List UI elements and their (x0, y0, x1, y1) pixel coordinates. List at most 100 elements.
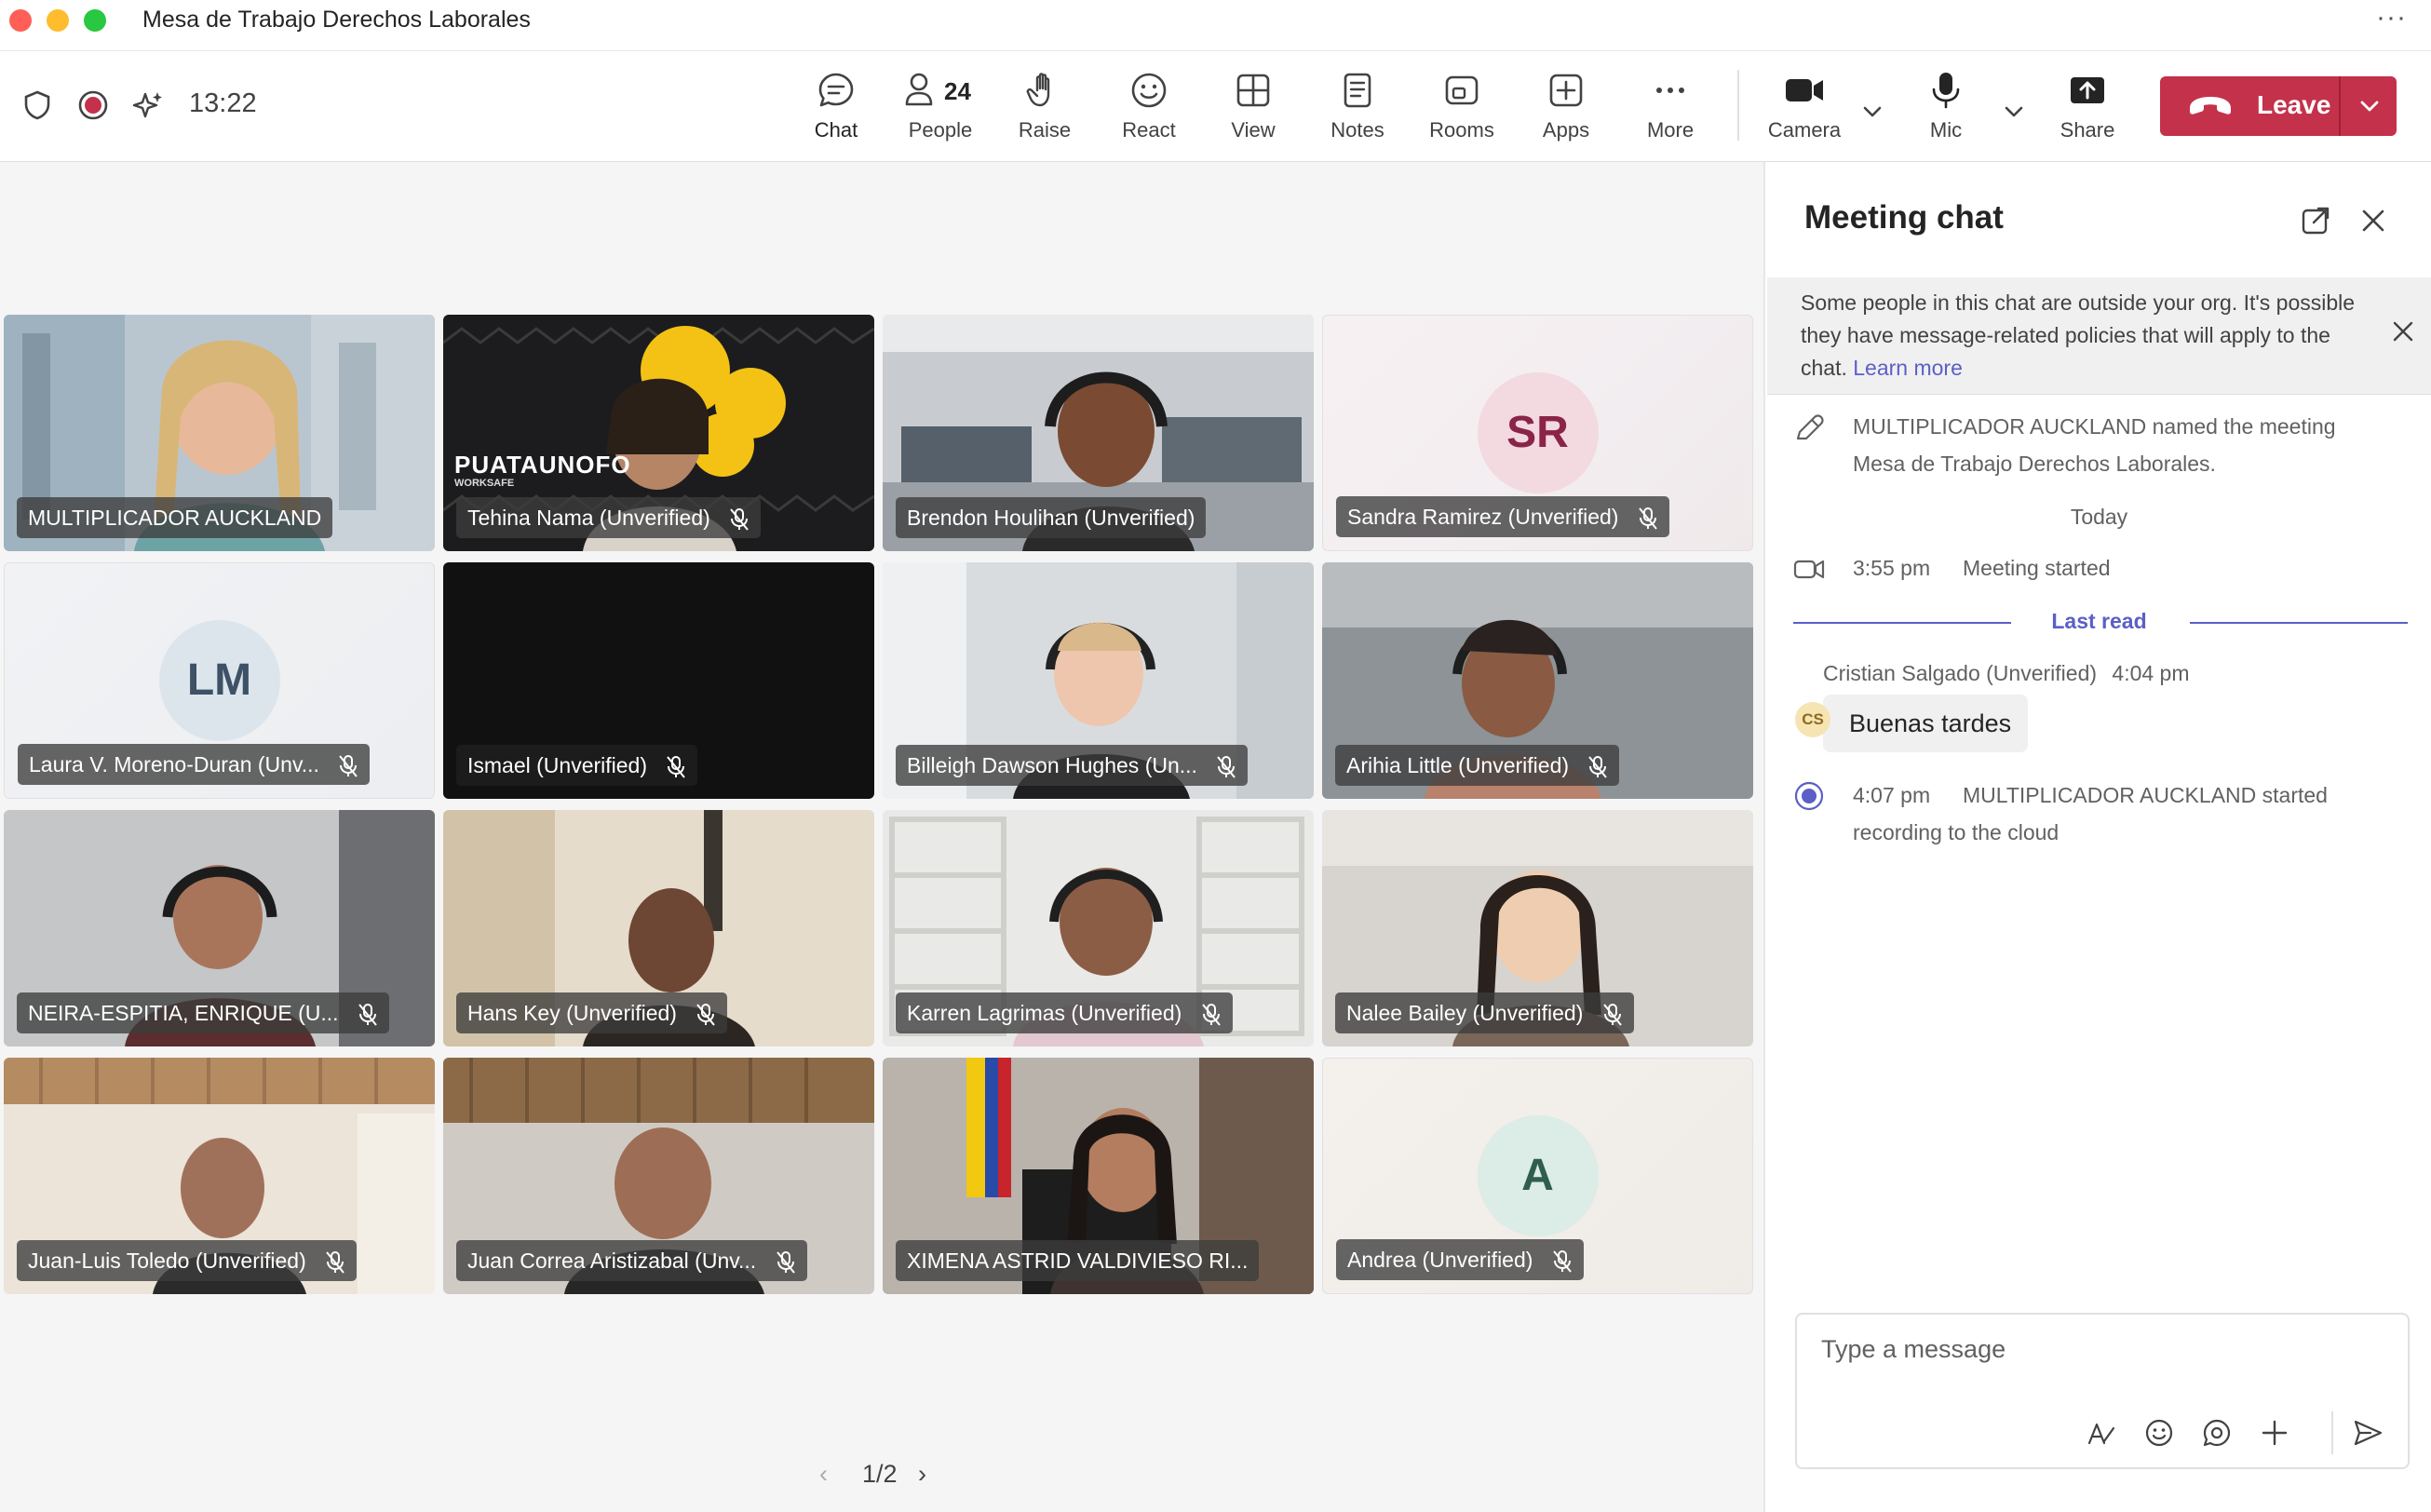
more-horizontal-icon[interactable]: ··· (2376, 2, 2407, 34)
close-icon[interactable] (2357, 205, 2389, 236)
shield-icon[interactable] (20, 88, 54, 122)
people-button[interactable]: People (894, 70, 987, 154)
minimize-window-button[interactable] (47, 9, 69, 32)
date-separator: Today (2070, 505, 2128, 529)
mic-button[interactable]: Mic (1899, 70, 1992, 154)
loop-component-icon[interactable] (2201, 1417, 2233, 1449)
share-button[interactable]: Share (2041, 70, 2134, 154)
recording-icon[interactable] (76, 88, 110, 122)
pencil-icon (1796, 414, 1824, 440)
video-camera-icon (1793, 560, 1825, 579)
leave-options-chevron-down-icon[interactable] (2356, 92, 2384, 120)
participant-tile[interactable]: Juan Correa Aristizabal (Unv... (443, 1058, 874, 1294)
view-button[interactable]: View (1207, 70, 1300, 154)
title-bar: Mesa de Trabajo Derechos Laborales ··· (0, 0, 2431, 51)
zoom-window-button[interactable] (84, 9, 106, 32)
leave-button[interactable]: Leave (2160, 76, 2397, 136)
participant-tile[interactable]: Juan-Luis Toledo (Unverified) (4, 1058, 435, 1294)
toolbar-divider (1737, 70, 1739, 141)
participant-name-chip: NEIRA-ESPITIA, ENRIQUE (U... (17, 992, 389, 1033)
avatar[interactable]: CS (1795, 702, 1830, 737)
mic-off-icon (1639, 506, 1657, 530)
meeting-started-time: 3:55 pm (1853, 556, 1931, 580)
camera-options-chevron-down-icon[interactable] (1858, 98, 1886, 126)
participant-tile[interactable]: NEIRA-ESPITIA, ENRIQUE (U... (4, 810, 435, 1046)
recording-event-line2: recording to the cloud (1853, 820, 2060, 844)
rooms-button[interactable]: Rooms (1415, 70, 1508, 154)
participant-name-chip: Tehina Nama (Unverified) (456, 497, 762, 538)
participant-name-chip: MULTIPLICADOR AUCKLAND (17, 497, 333, 538)
participant-tile[interactable]: Karren Lagrimas (Unverified) (883, 810, 1314, 1046)
learn-more-link[interactable]: Learn more (1853, 356, 1963, 380)
mic-off-icon (667, 755, 686, 778)
view-label: View (1231, 118, 1276, 142)
share-screen-icon (2071, 77, 2104, 103)
add-attachment-plus-icon[interactable] (2259, 1417, 2290, 1449)
chat-message-bubble[interactable]: Buenas tardes (1823, 695, 2029, 752)
raise-hand-icon (1026, 73, 1050, 107)
send-icon[interactable] (2352, 1417, 2384, 1449)
react-button[interactable]: React (1102, 70, 1195, 154)
chat-icon (818, 73, 854, 107)
last-read-marker: Last read (2051, 609, 2147, 633)
pop-out-icon[interactable] (2300, 205, 2331, 236)
leave-label: Leave (2257, 90, 2331, 119)
recording-time: 4:07 pm (1853, 783, 1931, 807)
raise-hand-button[interactable]: Raise (998, 70, 1091, 154)
format-text-icon[interactable] (2086, 1417, 2117, 1449)
participant-tile[interactable]: Billeigh Dawson Hughes (Un... (883, 562, 1314, 799)
message-input[interactable] (1819, 1330, 2382, 1369)
camera-button[interactable]: Camera (1758, 70, 1851, 154)
sparkle-icon[interactable] (132, 88, 166, 122)
participant-tile[interactable]: Brendon Houlihan (Unverified) (883, 315, 1314, 551)
mic-options-chevron-down-icon[interactable] (2000, 98, 2028, 126)
participant-tile[interactable]: PUATAUNOFO WORKSAFE Tehina Nama (Unverif… (443, 315, 874, 551)
participant-name: XIMENA ASTRID VALDIVIESO RI... (907, 1249, 1249, 1273)
apps-button[interactable]: Apps (1519, 70, 1613, 154)
share-label: Share (2060, 118, 2115, 142)
mic-off-icon (776, 1250, 795, 1274)
message-text: Buenas tardes (1849, 709, 2012, 737)
participant-name: Juan Correa Aristizabal (Unv... (467, 1249, 757, 1273)
participant-name: Juan-Luis Toledo (Unverified) (28, 1249, 306, 1273)
apps-label: Apps (1542, 118, 1590, 142)
participant-name-chip: XIMENA ASTRID VALDIVIESO RI... (896, 1240, 1260, 1281)
participant-name: Andrea (Unverified) (1347, 1248, 1533, 1272)
mic-off-icon (1201, 1003, 1221, 1026)
chat-button[interactable]: Chat (790, 70, 883, 154)
participant-tile[interactable]: Hans Key (Unverified) (443, 810, 874, 1046)
meeting-timer: 13:22 (189, 88, 257, 118)
renamed-event-line2: Mesa de Trabajo Derechos Laborales. (1853, 452, 2216, 476)
more-button[interactable]: More (1624, 70, 1717, 154)
mic-off-icon (326, 1250, 344, 1274)
react-label: React (1122, 118, 1176, 142)
previous-page-button[interactable]: ‹ (819, 1460, 828, 1489)
more-dots-icon (1656, 88, 1684, 93)
close-window-button[interactable] (9, 9, 32, 32)
notes-button[interactable]: Notes (1311, 70, 1404, 154)
external-org-notice: Some people in this chat are outside you… (1767, 277, 2431, 395)
participant-tile[interactable]: A Andrea (Unverified) (1322, 1058, 1753, 1294)
participant-tile[interactable]: Nalee Bailey (Unverified) (1322, 810, 1753, 1046)
dismiss-notice-close-icon[interactable] (2390, 318, 2416, 344)
camera-label: Camera (1767, 118, 1842, 142)
participant-tile[interactable]: Arihia Little (Unverified) (1322, 562, 1753, 799)
participant-name: Nalee Bailey (Unverified) (1346, 1001, 1584, 1025)
participant-tile[interactable]: SR Sandra Ramirez (Unverified) (1322, 315, 1753, 551)
participant-tile[interactable]: MULTIPLICADOR AUCKLAND (4, 315, 435, 551)
participant-tile[interactable]: XIMENA ASTRID VALDIVIESO RI... (883, 1058, 1314, 1294)
mic-off-icon (1217, 755, 1236, 778)
hang-up-icon (2190, 97, 2231, 115)
mic-off-icon (339, 754, 358, 777)
participant-name: Karren Lagrimas (Unverified) (907, 1001, 1182, 1025)
mic-off-icon (1553, 1249, 1572, 1273)
participant-name-chip: Andrea (Unverified) (1336, 1239, 1584, 1280)
next-page-button[interactable]: › (918, 1460, 926, 1489)
mic-off-icon (1603, 1003, 1622, 1026)
grid-view-icon (1236, 74, 1270, 107)
leave-divider (2339, 76, 2341, 136)
worksafe-banner-sub: WORKSAFE (454, 478, 515, 489)
emoji-icon[interactable] (2143, 1417, 2175, 1449)
participant-tile[interactable]: LM Laura V. Moreno-Duran (Unv... (4, 562, 435, 799)
participant-tile[interactable]: Ismael (Unverified) (443, 562, 874, 799)
